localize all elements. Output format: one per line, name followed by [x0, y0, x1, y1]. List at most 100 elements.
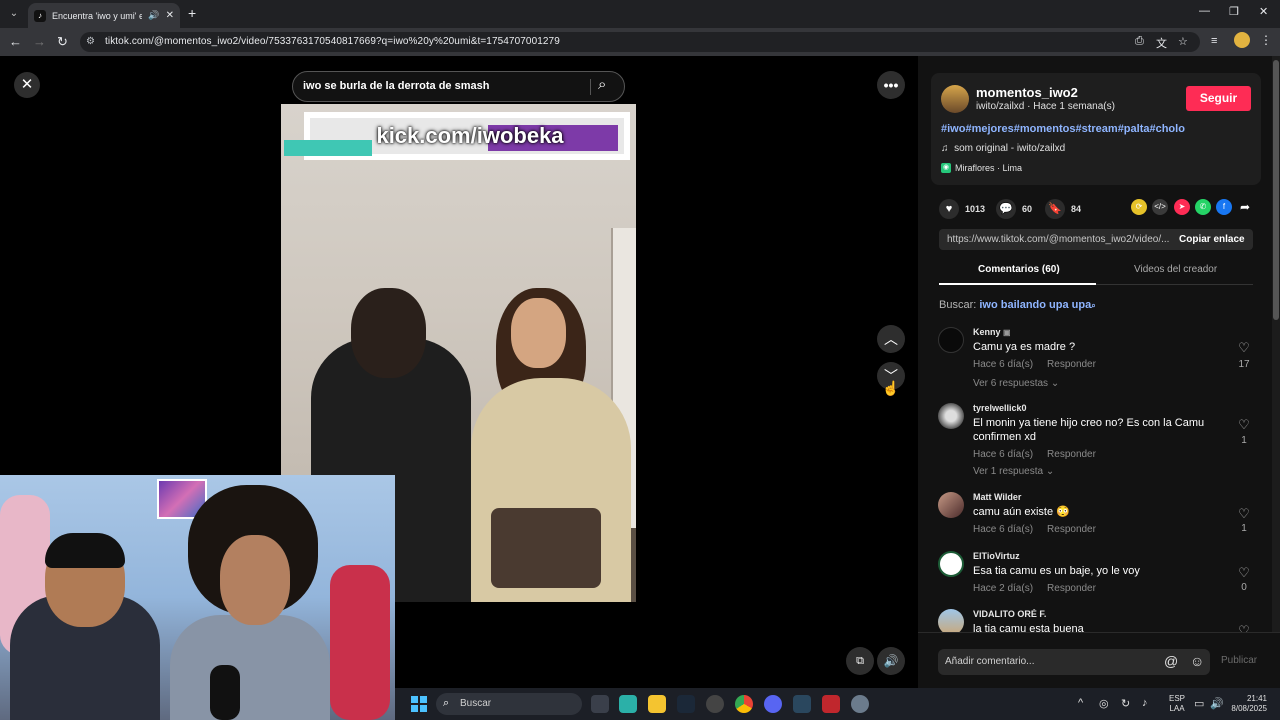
steam-active-icon[interactable]: [793, 695, 811, 713]
close-video-button[interactable]: ✕: [14, 72, 40, 98]
browser-menu-icon[interactable]: ⋮: [1260, 33, 1272, 47]
microphone-icon[interactable]: ♪: [1142, 697, 1148, 709]
tray-app-icon[interactable]: ◎: [1099, 697, 1109, 710]
speaker-icon[interactable]: 🔊: [148, 10, 159, 21]
share-link-url[interactable]: https://www.tiktok.com/@momentos_iwo2/vi…: [947, 234, 1169, 245]
music-row[interactable]: ♫ som original - iwito/zailxd: [941, 143, 1065, 154]
discord-icon[interactable]: [764, 695, 782, 713]
comment-avatar[interactable]: [938, 492, 964, 518]
author-name[interactable]: momentos_iwo2: [976, 85, 1078, 100]
bookmark-icon[interactable]: 🔖: [1045, 199, 1065, 219]
comment-avatar[interactable]: [938, 551, 964, 577]
tab-close-icon[interactable]: ✕: [166, 10, 174, 21]
save-stat[interactable]: 🔖 84: [1045, 199, 1081, 219]
follow-button[interactable]: Seguir: [1186, 86, 1251, 111]
comment-username[interactable]: VIDALITO ORÉ F.: [973, 609, 1046, 619]
tray-sync-icon[interactable]: ↻: [1121, 697, 1130, 710]
comment-stat[interactable]: 💬 60: [996, 199, 1032, 219]
previous-video-button[interactable]: ︿: [877, 325, 905, 353]
task-view-icon[interactable]: [591, 695, 609, 713]
taskbar-search[interactable]: ⌕ Buscar: [436, 693, 582, 715]
language-indicator[interactable]: ESP LAA: [1169, 694, 1185, 714]
comment-username[interactable]: Kenny ▣: [973, 327, 1011, 337]
view-replies-button[interactable]: Ver 6 respuestas ⌄: [973, 378, 1059, 389]
steam-icon[interactable]: [677, 695, 695, 713]
profile-avatar[interactable]: [1234, 32, 1250, 48]
volume-button[interactable]: 🔊: [877, 647, 905, 675]
reply-button[interactable]: Responder: [1047, 449, 1096, 460]
video-search-bar[interactable]: iwo se burla de la derrota de smash ⌕: [292, 71, 625, 102]
mention-icon[interactable]: @: [1164, 653, 1178, 669]
share-arrow-icon[interactable]: ➦: [1237, 199, 1253, 215]
tab-comments[interactable]: Comentarios (60): [978, 264, 1060, 275]
emoji-icon[interactable]: ☺: [1190, 653, 1204, 669]
whatsapp-icon[interactable]: ✆: [1195, 199, 1211, 215]
location-row[interactable]: ◉ Miraflores · Lima: [941, 163, 1022, 173]
chrome-icon[interactable]: [735, 695, 753, 713]
reply-button[interactable]: Responder: [1047, 583, 1096, 594]
network-icon[interactable]: ▭: [1194, 697, 1204, 710]
install-icon[interactable]: ⎙: [1135, 35, 1144, 48]
file-explorer-icon[interactable]: [648, 695, 666, 713]
pip-button[interactable]: ⧉: [846, 647, 874, 675]
reply-button[interactable]: Responder: [1047, 359, 1096, 370]
embed-icon[interactable]: </>: [1152, 199, 1168, 215]
tab-creator-videos[interactable]: Videos del creador: [1134, 264, 1217, 275]
settings-icon[interactable]: [851, 695, 869, 713]
notepad-icon[interactable]: [619, 695, 637, 713]
heart-icon[interactable]: ♥: [939, 199, 959, 219]
back-button[interactable]: ←: [9, 34, 22, 49]
view-replies-text: Ver 6 respuestas: [973, 378, 1049, 389]
comment-input[interactable]: Añadir comentario... @ ☺: [938, 649, 1210, 675]
comment-username[interactable]: Matt Wilder: [973, 492, 1021, 502]
app-icon[interactable]: [706, 695, 724, 713]
view-replies-button[interactable]: Ver 1 respuesta ⌄: [973, 466, 1054, 477]
copy-link-button[interactable]: Copiar enlace: [1179, 234, 1245, 245]
app-red-icon[interactable]: [822, 695, 840, 713]
comment-like-icon[interactable]: ♡: [1234, 417, 1254, 433]
comment-username[interactable]: tyrelwellick0: [973, 403, 1027, 413]
reply-button[interactable]: Responder: [1047, 524, 1096, 535]
search-suggestion-query[interactable]: iwo bailando upa upa: [979, 299, 1091, 311]
reload-button[interactable]: ↻: [57, 34, 68, 50]
publish-button[interactable]: Publicar: [1221, 655, 1257, 666]
send-icon[interactable]: ➤: [1174, 199, 1190, 215]
windows-start-icon[interactable]: [411, 696, 427, 712]
comment-avatar[interactable]: [938, 327, 964, 353]
comment-username[interactable]: ElTioVirtuz: [973, 551, 1020, 561]
tab-search-icon[interactable]: ≡: [1211, 35, 1217, 47]
site-info-icon[interactable]: ⚙: [86, 36, 95, 47]
more-options-button[interactable]: •••: [877, 71, 905, 99]
translate-icon[interactable]: 文: [1156, 35, 1167, 51]
browser-tab[interactable]: ♪ Encuentra 'iwo y umi' en Ti 🔊 ✕: [28, 3, 180, 28]
repost-icon[interactable]: ⟳: [1131, 199, 1147, 215]
facebook-icon[interactable]: f: [1216, 199, 1232, 215]
comment-like-icon[interactable]: ♡: [1234, 623, 1254, 632]
comment-like-icon[interactable]: ♡: [1234, 340, 1254, 356]
search-icon[interactable]: ⌕: [598, 76, 606, 93]
search-suggestion[interactable]: Buscar: iwo bailando upa upa⌕: [939, 299, 1096, 311]
badge-icon: ▣: [1003, 328, 1011, 337]
minimize-button[interactable]: —: [1199, 5, 1210, 17]
comment-avatar[interactable]: [938, 609, 964, 632]
volume-icon[interactable]: 🔊: [1210, 697, 1224, 710]
search-suggestion-label: Buscar:: [939, 299, 977, 311]
comment-icon[interactable]: 💬: [996, 199, 1016, 219]
tab-search-menu[interactable]: ⌄: [4, 4, 24, 24]
comment-avatar[interactable]: [938, 403, 964, 429]
restore-button[interactable]: ❐: [1229, 5, 1239, 18]
new-tab-button[interactable]: +: [188, 5, 196, 21]
comment-like-icon[interactable]: ♡: [1234, 565, 1254, 581]
author-avatar[interactable]: [941, 85, 969, 113]
like-stat[interactable]: ♥ 1013: [939, 199, 985, 219]
bookmark-star-icon[interactable]: ☆: [1178, 35, 1188, 48]
taskbar-clock[interactable]: 21:41 8/08/2025: [1227, 694, 1267, 714]
tray-chevron-icon[interactable]: ^: [1078, 697, 1083, 709]
url-field[interactable]: ⚙ tiktok.com/@momentos_iwo2/video/753376…: [80, 32, 1200, 52]
comment-like-icon[interactable]: ♡: [1234, 506, 1254, 522]
panel-scrollbar-thumb[interactable]: [1273, 60, 1279, 320]
window-close-button[interactable]: ✕: [1259, 5, 1268, 18]
comment-composer: Añadir comentario... @ ☺ Publicar: [918, 632, 1280, 688]
forward-button[interactable]: →: [33, 34, 46, 49]
video-hashtags[interactable]: #iwo#mejores#momentos#stream#palta#cholo: [941, 123, 1185, 135]
